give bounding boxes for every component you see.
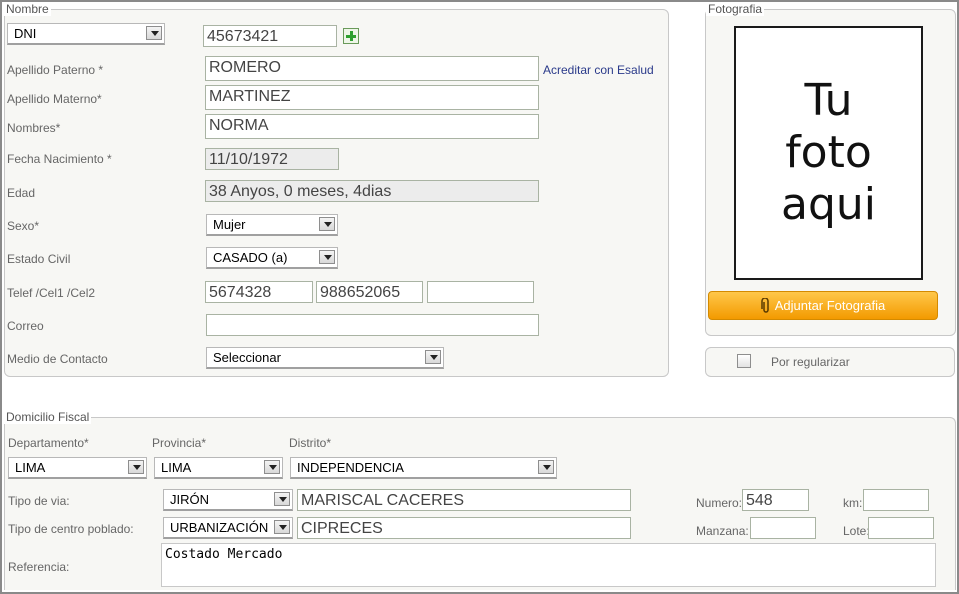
- add-icon[interactable]: [343, 28, 359, 44]
- fecha-nacimiento-label: Fecha Nacimiento *: [7, 152, 112, 166]
- sexo-label: Sexo*: [7, 219, 40, 233]
- distrito-value: INDEPENDENCIA: [297, 460, 404, 475]
- photo-placeholder: Tu foto aqui: [734, 26, 923, 280]
- doc-type-select[interactable]: DNI: [7, 23, 165, 45]
- chevron-down-icon: [128, 460, 144, 474]
- apellido-paterno-input[interactable]: ROMERO: [205, 56, 539, 81]
- manzana-input[interactable]: [750, 517, 816, 539]
- referencia-label: Referencia:: [8, 560, 70, 574]
- estado-civil-value: CASADO (a): [213, 250, 288, 265]
- regularizar-label: Por regularizar: [771, 355, 850, 369]
- manzana-label: Manzana:: [696, 524, 749, 538]
- medio-contacto-value: Seleccionar: [213, 350, 281, 365]
- via-name-input[interactable]: MARISCAL CACERES: [297, 489, 631, 511]
- adjuntar-fotografia-button[interactable]: Adjuntar Fotografia: [708, 291, 938, 320]
- correo-label: Correo: [7, 319, 44, 333]
- regularizar-checkbox[interactable]: [737, 354, 751, 368]
- photo-placeholder-text: Tu foto aqui: [780, 75, 876, 230]
- estado-civil-select[interactable]: CASADO (a): [206, 247, 338, 269]
- departamento-label: Departamento*: [8, 436, 89, 450]
- provincia-select[interactable]: LIMA: [154, 457, 283, 479]
- edad-input: 38 Anyos, 0 meses, 4dias: [205, 180, 539, 202]
- tipo-via-select[interactable]: JIRÓN: [163, 489, 293, 511]
- lote-input[interactable]: [868, 517, 934, 539]
- distrito-label: Distrito*: [289, 436, 332, 450]
- apellido-paterno-label: Apellido Paterno *: [7, 63, 104, 77]
- provincia-label: Provincia*: [152, 436, 207, 450]
- chevron-down-icon: [274, 520, 290, 534]
- centro-poblado-value: URBANIZACIÓN: [170, 520, 269, 535]
- departamento-select[interactable]: LIMA: [8, 457, 147, 479]
- sexo-select[interactable]: Mujer: [206, 214, 338, 236]
- chevron-down-icon: [538, 460, 554, 474]
- celular2-input[interactable]: [427, 281, 534, 303]
- nombres-input[interactable]: NORMA: [205, 114, 539, 139]
- correo-input[interactable]: [206, 314, 539, 336]
- provincia-value: LIMA: [161, 460, 192, 475]
- km-input[interactable]: [863, 489, 929, 511]
- km-label: km:: [843, 496, 863, 510]
- medio-contacto-select[interactable]: Seleccionar: [206, 347, 444, 369]
- centro-name-input[interactable]: CIPRECES: [297, 517, 631, 539]
- numero-input[interactable]: 548: [742, 489, 809, 511]
- celular1-input[interactable]: 988652065: [316, 281, 423, 303]
- paperclip-icon: [760, 297, 769, 313]
- doc-type-value: DNI: [14, 26, 37, 41]
- doc-number-input[interactable]: 45673421: [203, 25, 337, 47]
- chevron-down-icon: [264, 460, 280, 474]
- chevron-down-icon: [146, 26, 162, 40]
- numero-label: Numero:: [696, 496, 743, 510]
- fotografia-legend: Fotografia: [706, 2, 765, 16]
- estado-civil-label: Estado Civil: [7, 252, 71, 266]
- lote-label: Lote:: [843, 524, 870, 538]
- telefono-label: Telef /Cel1 /Cel2: [7, 286, 96, 300]
- chevron-down-icon: [319, 217, 335, 231]
- referencia-textarea[interactable]: Costado Mercado: [161, 543, 936, 587]
- departamento-value: LIMA: [15, 460, 46, 475]
- chevron-down-icon: [425, 350, 441, 364]
- chevron-down-icon: [319, 250, 335, 264]
- distrito-select[interactable]: INDEPENDENCIA: [290, 457, 557, 479]
- domicilio-fiscal-legend: Domicilio Fiscal: [4, 410, 92, 424]
- sexo-value: Mujer: [213, 217, 246, 232]
- tipo-via-label: Tipo de via:: [8, 494, 70, 508]
- nombre-legend: Nombre: [4, 2, 51, 16]
- nombres-label: Nombres*: [7, 121, 61, 135]
- edad-label: Edad: [7, 186, 36, 200]
- centro-poblado-select[interactable]: URBANIZACIÓN: [163, 517, 293, 539]
- apellido-materno-label: Apellido Materno*: [7, 92, 102, 106]
- chevron-down-icon: [274, 492, 290, 506]
- acreditar-esalud-link[interactable]: Acreditar con Esalud: [543, 63, 654, 77]
- medio-contacto-label: Medio de Contacto: [7, 352, 108, 366]
- fecha-nacimiento-input[interactable]: 11/10/1972: [205, 148, 339, 170]
- adjuntar-fotografia-label: Adjuntar Fotografia: [774, 298, 886, 313]
- centro-poblado-label: Tipo de centro poblado:: [8, 522, 134, 536]
- apellido-materno-input[interactable]: MARTINEZ: [205, 85, 539, 110]
- tipo-via-value: JIRÓN: [170, 492, 209, 507]
- telefono-input[interactable]: 5674328: [205, 281, 313, 303]
